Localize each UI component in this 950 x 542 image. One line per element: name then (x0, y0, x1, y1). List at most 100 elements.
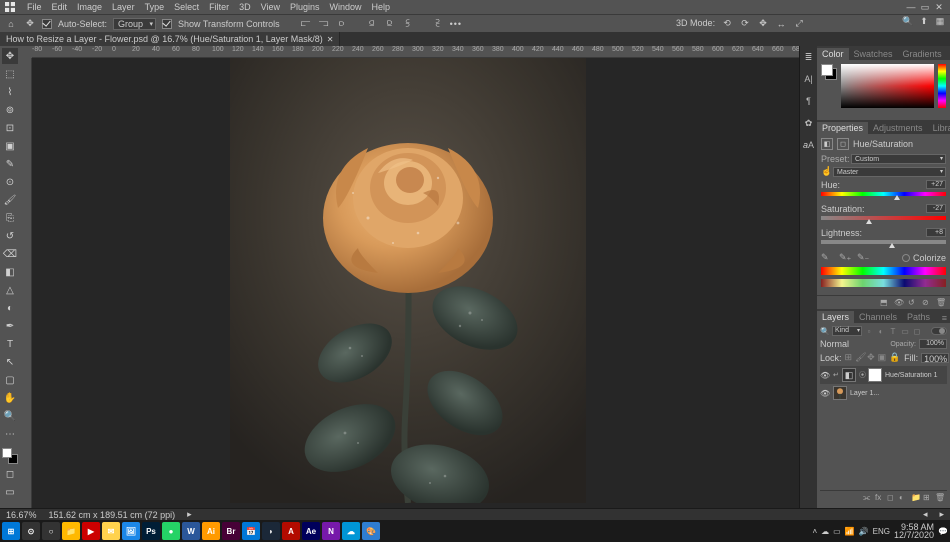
history-panel-icon[interactable]: ≣ (802, 50, 816, 64)
taskbar-app-1[interactable]: ⊙ (22, 522, 40, 540)
zoom-level[interactable]: 16.67% (6, 510, 37, 520)
tab-swatches[interactable]: Swatches (849, 48, 898, 60)
toggle-visibility-icon[interactable]: ⊘ (922, 298, 932, 307)
volume-icon[interactable]: 🔊 (859, 527, 869, 536)
tab-gradients[interactable]: Gradients (898, 48, 947, 60)
align-left-icon[interactable]: ⫍ (300, 18, 312, 30)
tab-layers[interactable]: Layers (817, 311, 854, 323)
3d-zoom-icon[interactable]: ⤢ (793, 18, 805, 30)
layer-thumb[interactable] (833, 386, 847, 400)
align-top-icon[interactable]: ⫑ (366, 18, 378, 30)
taskbar-app-16[interactable]: N (322, 522, 340, 540)
auto-select-dropdown[interactable]: Group (113, 18, 156, 30)
align-center-v-icon[interactable]: ⫒ (384, 18, 396, 30)
lock-image-icon[interactable]: 🖌 (855, 352, 864, 363)
more-options-icon[interactable]: ••• (450, 19, 462, 29)
lightness-value[interactable]: +8 (926, 228, 946, 237)
visibility-toggle-icon[interactable]: 👁 (820, 371, 830, 380)
gradient-tool[interactable]: ◧ (2, 264, 18, 280)
lasso-tool[interactable]: ⌇ (2, 84, 18, 100)
channel-dropdown[interactable]: Master (833, 167, 946, 177)
taskbar-app-0[interactable]: ⊞ (2, 522, 20, 540)
align-center-h-icon[interactable]: ⫎ (318, 18, 330, 30)
layer-row[interactable]: 👁 Layer 1... (820, 384, 947, 402)
align-bottom-icon[interactable]: ⫓ (402, 18, 414, 30)
auto-select-checkbox[interactable] (42, 19, 52, 29)
align-right-icon[interactable]: ⫐ (336, 18, 348, 30)
taskbar-app-3[interactable]: 📁 (62, 522, 80, 540)
onedrive-icon[interactable]: ☁ (821, 527, 829, 536)
filter-smart-icon[interactable]: ◻ (912, 327, 922, 336)
scroll-left-icon[interactable]: ◂ (923, 509, 928, 520)
link-mask-icon[interactable]: ⦿ (859, 370, 865, 380)
layer-name[interactable]: Layer 1... (850, 390, 947, 397)
rectangle-tool[interactable]: ▢ (2, 372, 18, 388)
share-icon[interactable]: ⬆ (918, 15, 930, 27)
tab-properties[interactable]: Properties (817, 122, 868, 134)
layer-style-icon[interactable]: fx (875, 493, 884, 503)
saturation-value[interactable]: -27 (926, 204, 946, 213)
color-swatches[interactable] (2, 448, 18, 464)
layer-row[interactable]: 👁 ↵ ◧ ⦿ Hue/Saturation 1 (820, 366, 947, 384)
menu-image[interactable]: Image (72, 2, 107, 12)
layer-name[interactable]: Hue/Saturation 1 (885, 372, 947, 379)
taskbar-app-13[interactable]: ◗ (262, 522, 280, 540)
link-layers-icon[interactable]: ⫘ (863, 493, 872, 503)
add-mask-icon[interactable]: ◻ (887, 493, 896, 503)
close-tab-icon[interactable]: ✕ (327, 35, 334, 44)
filter-adjust-icon[interactable]: ◐ (876, 327, 886, 336)
tray-overflow-icon[interactable]: ˄ (812, 527, 817, 536)
spectrum-in[interactable] (821, 267, 946, 275)
taskbar-app-12[interactable]: 📅 (242, 522, 260, 540)
crop-tool[interactable]: ⊡ (2, 120, 18, 136)
document-info[interactable]: 151.62 cm x 189.51 cm (72 ppi) (49, 510, 176, 520)
taskbar-app-11[interactable]: Br (222, 522, 240, 540)
taskbar-app-14[interactable]: A (282, 522, 300, 540)
tab-adjustments[interactable]: Adjustments (868, 122, 928, 134)
workspace-icon[interactable]: ▦ (934, 15, 946, 27)
adjustment-thumb[interactable]: ◧ (842, 368, 856, 382)
frame-tool[interactable]: ▣ (2, 138, 18, 154)
blur-tool[interactable]: △ (2, 282, 18, 298)
move-tool[interactable]: ✥ (2, 48, 18, 64)
reset-icon[interactable]: ↺ (908, 298, 918, 307)
scroll-right-icon[interactable]: ▸ (939, 509, 944, 520)
menu-filter[interactable]: Filter (204, 2, 234, 12)
filter-toggle[interactable] (931, 327, 947, 335)
document-tab[interactable]: How to Resize a Layer - Flower.psd @ 16.… (0, 32, 340, 46)
hue-slider[interactable] (938, 64, 946, 108)
delete-adjustment-icon[interactable]: 🗑 (936, 298, 946, 307)
brush-tool[interactable]: 🖌 (2, 192, 18, 208)
taskbar-app-2[interactable]: ○ (42, 522, 60, 540)
colorize-checkbox[interactable] (902, 254, 910, 262)
clone-tool[interactable]: ⎘ (2, 210, 18, 226)
filter-type-icon[interactable]: T (888, 327, 898, 336)
new-layer-icon[interactable]: ⊞ (923, 493, 932, 503)
taskbar-app-7[interactable]: Ps (142, 522, 160, 540)
taskbar-app-10[interactable]: Ai (202, 522, 220, 540)
preset-dropdown[interactable]: Custom (851, 154, 946, 164)
canvas-area[interactable]: -80-60-40-200204060801001201401601802002… (20, 46, 799, 508)
filter-pixel-icon[interactable]: ▫ (864, 327, 874, 336)
spot-heal-tool[interactable]: ⊙ (2, 174, 18, 190)
dodge-tool[interactable]: ◐ (2, 300, 18, 316)
lock-all-icon[interactable]: 🔒 (889, 352, 898, 363)
menu-help[interactable]: Help (367, 2, 396, 12)
taskbar-app-8[interactable]: ● (162, 522, 180, 540)
notifications-icon[interactable]: 💬 (938, 527, 948, 536)
opacity-value[interactable]: 100% (919, 339, 947, 349)
lock-transparent-icon[interactable]: ⊞ (845, 352, 853, 363)
delete-layer-icon[interactable]: 🗑 (935, 493, 944, 503)
3d-pan-icon[interactable]: ✥ (757, 18, 769, 30)
eyedropper-sub-icon[interactable]: ✎₋ (857, 252, 867, 263)
3d-roll-icon[interactable]: ⟳ (739, 18, 751, 30)
lightness-slider[interactable] (821, 240, 946, 244)
language-icon[interactable]: ENG (873, 527, 890, 536)
wifi-icon[interactable]: 📶 (845, 527, 855, 536)
3d-orbit-icon[interactable]: ⟲ (721, 18, 733, 30)
new-adjustment-icon[interactable]: ◐ (899, 493, 908, 503)
lock-artboard-icon[interactable]: ▣ (878, 352, 887, 363)
menu-view[interactable]: View (256, 2, 285, 12)
3d-slide-icon[interactable]: ↔ (775, 18, 787, 30)
menu-window[interactable]: Window (325, 2, 367, 12)
